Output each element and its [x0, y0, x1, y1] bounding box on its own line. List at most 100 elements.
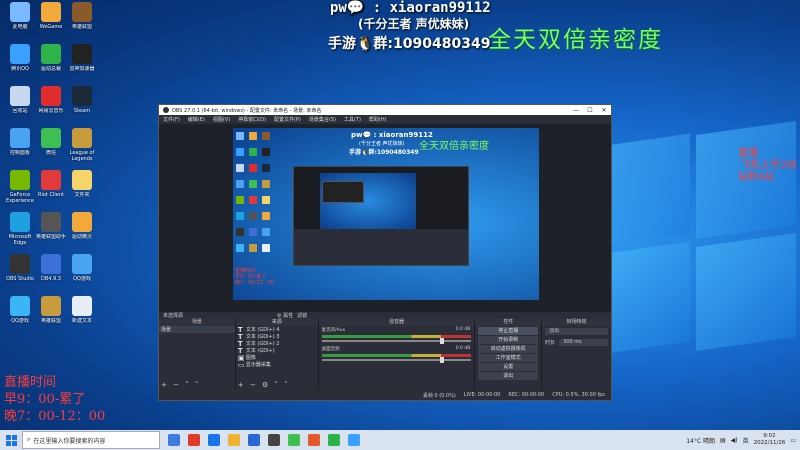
windows-start-icon [5, 434, 17, 446]
preview-qq-group: 手游🐧群:1090480349 [349, 149, 419, 156]
app-icon [72, 170, 92, 190]
notification-icon[interactable]: ▭ [790, 437, 796, 444]
overlay-qq-group: 手游🐧群:1090480349 [328, 36, 491, 52]
overlay-wechat-id: pw💬 : xiaoran99112 [330, 0, 491, 16]
obs-preview-area[interactable]: pw💬 : xiaoran99112 (千分王者 声优妹妹) 手游🐧群:1090… [159, 124, 611, 312]
preview-schedule-line: 晚7：00-12：00 [235, 280, 275, 286]
exit-button[interactable]: 退出 [478, 372, 539, 380]
volume-icon[interactable]: ◀) [731, 437, 738, 444]
nested-preview-window [322, 181, 364, 203]
taskbar-apps [164, 430, 364, 450]
sources-controls[interactable]: + − ⚙ ˄ ˅ [238, 381, 290, 389]
mixer-header: 混音器 [318, 319, 475, 326]
app-icon [72, 86, 92, 106]
minimize-icon[interactable]: — [569, 107, 583, 114]
desktop-shortcut[interactable]: 驱动精灵 [64, 212, 100, 246]
source-item[interactable]: ▭ 显示器采集 [236, 361, 318, 369]
source-item[interactable]: T 文本 (GDI+) 2 [236, 340, 318, 348]
volume-slider[interactable] [321, 357, 472, 363]
network-icon[interactable]: ▤ [720, 437, 726, 444]
desktop-shortcut[interactable]: League of Legends [64, 128, 100, 162]
start-button[interactable] [0, 430, 22, 450]
preview-app-icon [249, 228, 257, 236]
scenes-controls[interactable]: + − ˄ ˅ [161, 381, 200, 389]
transition-type-row: 淡出 [542, 326, 611, 337]
source-item[interactable]: ▣ 图像 [236, 354, 318, 362]
taskbar-app-button[interactable] [344, 430, 364, 450]
filters-button[interactable]: 滤镜 [297, 312, 307, 319]
preview-app-icon [262, 212, 270, 220]
taskbar-search[interactable]: ⌕ 在这里输入你要搜索的内容 [22, 431, 160, 449]
desktop-shortcut[interactable]: 雷神加速器 [64, 44, 100, 78]
taskbar-app-button[interactable] [224, 430, 244, 450]
desktop-shortcut[interactable]: 文件夹 [64, 170, 100, 204]
mixer-channel-desktop: 桌面音频 0.0 dB [319, 345, 475, 364]
start-recording-button[interactable]: 开始录制 [478, 336, 539, 344]
slider-handle[interactable] [440, 338, 445, 344]
studio-mode-button[interactable]: 工作室模式 [478, 354, 539, 362]
desktop-shortcut[interactable]: QQ游戏 [64, 254, 100, 288]
menu-docks[interactable]: 停靠窗口(D) [238, 116, 266, 123]
weather-widget[interactable]: 14°C 晴朗 [686, 436, 715, 445]
menu-tools[interactable]: 工具(T) [344, 116, 361, 123]
desktop-shortcut[interactable]: Steam [64, 86, 100, 120]
source-label: 文本 (GDI+) [245, 348, 275, 354]
obs-title-bar[interactable]: OBS 27.0.1 (64-bit, windows) - 配置文件: 未命名… [159, 105, 611, 115]
app-icon [41, 86, 61, 106]
taskbar-app-button[interactable] [284, 430, 304, 450]
properties-button[interactable]: ⚙ 属性 [277, 312, 293, 319]
taskbar-app-button[interactable] [304, 430, 324, 450]
menu-view[interactable]: 视图(V) [213, 116, 230, 123]
taskbar-app-button[interactable] [164, 430, 184, 450]
desktop-shortcut[interactable]: 新建文本 [64, 296, 100, 330]
mixer-channel-mic: 麦克风/Aux 0.0 dB [319, 326, 475, 345]
app-icon [72, 296, 92, 316]
maximize-icon[interactable]: ☐ [583, 107, 597, 114]
app-icon [10, 254, 30, 274]
menu-file[interactable]: 文件(F) [163, 116, 180, 123]
virtual-camera-button[interactable]: 启动虚拟摄像机 [478, 345, 539, 353]
obs-window-title: OBS 27.0.1 (64-bit, windows) - 配置文件: 未命名… [172, 107, 322, 114]
taskbar-app-icon [328, 434, 340, 446]
transition-duration-row: 时长 300 ms [542, 337, 611, 348]
slider-handle[interactable] [440, 357, 445, 363]
volume-meter [321, 354, 472, 357]
source-item[interactable]: T 文本 (GDI+) [236, 347, 318, 355]
shortcut-label: 雷神加速器 [69, 66, 95, 72]
preview-app-icon [262, 244, 270, 252]
controls-header: 控件 [475, 319, 542, 326]
source-item[interactable]: T 文本 (GDI+) 3 [236, 333, 318, 341]
shortcut-label: 文件夹 [74, 192, 90, 198]
taskbar-app-button[interactable] [264, 430, 284, 450]
app-icon [72, 254, 92, 274]
source-toolbar: 未选择源 ⚙ 属性 滤镜 [159, 312, 611, 319]
stop-streaming-button[interactable]: 停止直播 [478, 327, 539, 335]
obs-status-bar: 丢帧 0 (0.0%) LIVE: 00:00:00 REC: 00:00:00… [159, 390, 611, 400]
menu-profile[interactable]: 配置文件(P) [274, 116, 301, 123]
app-icon [10, 170, 30, 190]
volume-slider[interactable] [321, 338, 472, 344]
app-icon [10, 86, 30, 106]
ime-icon[interactable]: 英 [743, 436, 749, 445]
menu-edit[interactable]: 编辑(E) [188, 116, 205, 123]
obs-window[interactable]: OBS 27.0.1 (64-bit, windows) - 配置文件: 未命名… [158, 104, 612, 401]
menu-scene-collection[interactable]: 场景集合(S) [309, 116, 336, 123]
source-label: 文本 (GDI+) 2 [245, 341, 280, 347]
taskbar-app-button[interactable] [204, 430, 224, 450]
taskbar-app-button[interactable] [244, 430, 264, 450]
cpu-fps: CPU: 0.5%, 30.00 fps [552, 392, 605, 398]
scene-item[interactable]: 场景 [159, 326, 235, 333]
taskbar-app-button[interactable] [324, 430, 344, 450]
transition-select[interactable]: 淡出 [545, 328, 608, 335]
shortcut-label: League of Legends [69, 150, 95, 162]
taskbar-app-icon [168, 434, 180, 446]
taskbar-app-button[interactable] [184, 430, 204, 450]
desktop-shortcut[interactable]: 英雄联盟 [64, 2, 100, 36]
channel-db: 0.0 dB [455, 327, 471, 332]
settings-button[interactable]: 设置 [478, 363, 539, 371]
source-item[interactable]: T 文本 (GDI+) 4 [236, 326, 318, 334]
duration-input[interactable]: 300 ms [559, 339, 608, 346]
taskbar-clock[interactable]: 9:02 2022/11/26 [754, 433, 786, 447]
close-icon[interactable]: ✕ [597, 107, 611, 114]
menu-help[interactable]: 帮助(H) [369, 116, 387, 123]
